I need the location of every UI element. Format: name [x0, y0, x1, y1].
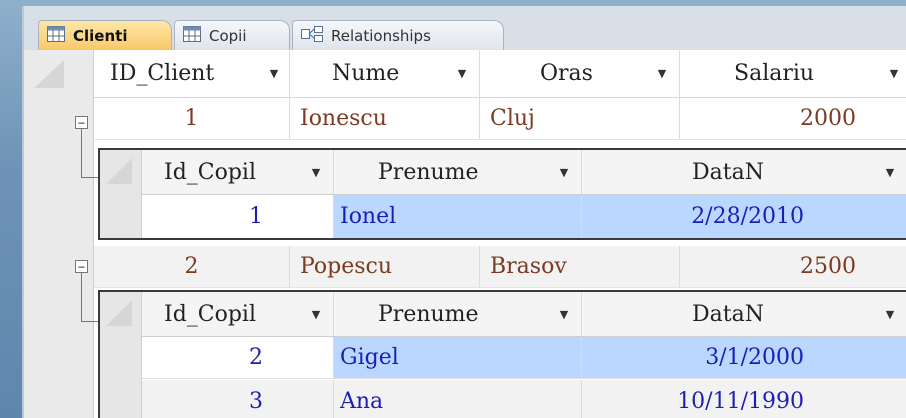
cell-prenume[interactable]: Ionel — [334, 195, 582, 238]
tab-copii[interactable]: Copii — [174, 20, 290, 50]
sort-filter-dropdown-icon[interactable]: ▼ — [453, 50, 471, 97]
cell-nume[interactable]: Popescu — [290, 246, 480, 287]
subdatasheet-copii: Id_Copil ▼ Prenume ▼ DataN ▼ 1 Ionel 2/2… — [98, 148, 906, 240]
column-header-id-copil[interactable]: Id_Copil ▼ — [142, 150, 334, 194]
select-all-corner[interactable] — [106, 300, 132, 326]
column-header-label: DataN — [692, 159, 764, 185]
column-header-id-copil[interactable]: Id_Copil ▼ — [142, 292, 334, 336]
column-header-label: Prenume — [378, 159, 479, 185]
sort-filter-dropdown-icon[interactable]: ▼ — [307, 150, 325, 194]
tab-relationships[interactable]: Relationships — [292, 20, 504, 50]
cell-prenume[interactable]: Gigel — [334, 337, 582, 378]
cell-id-client[interactable]: 2 — [94, 246, 290, 287]
column-header-oras[interactable]: Oras ▼ — [480, 50, 680, 97]
cell-nume[interactable]: Ionescu — [290, 98, 480, 139]
subdatasheet-header-row: Id_Copil ▼ Prenume ▼ DataN ▼ — [142, 292, 906, 337]
column-header-prenume[interactable]: Prenume ▼ — [334, 150, 582, 194]
cell-oras[interactable]: Cluj — [480, 98, 680, 139]
tree-line — [81, 129, 82, 177]
sort-filter-dropdown-icon[interactable]: ▼ — [881, 292, 899, 336]
sort-filter-dropdown-icon[interactable]: ▼ — [653, 50, 671, 97]
sort-filter-dropdown-icon[interactable]: ▼ — [555, 150, 573, 194]
column-header-label: Prenume — [378, 301, 479, 327]
column-header-prenume[interactable]: Prenume ▼ — [334, 292, 582, 336]
table-icon — [47, 25, 65, 46]
select-all-corner[interactable] — [34, 60, 64, 88]
column-header-datan[interactable]: DataN ▼ — [582, 150, 906, 194]
cell-datan[interactable]: 2/28/2010 — [582, 195, 906, 238]
relationships-icon — [301, 25, 323, 46]
column-header-salariu[interactable]: Salariu ▼ — [680, 50, 906, 97]
column-header-id-client[interactable]: ID_Client ▼ — [94, 50, 290, 97]
record-selector-column — [24, 50, 94, 418]
table-row[interactable]: 1 Ionel 2/28/2010 — [142, 195, 906, 238]
tree-line — [81, 273, 82, 321]
tab-label: Copii — [209, 26, 247, 45]
column-header-label: Oras — [540, 61, 593, 86]
column-header-nume[interactable]: Nume ▼ — [290, 50, 480, 97]
datasheet-window: Clienti Copii Relationships ID_Client ▼ — [22, 6, 906, 418]
tree-line — [81, 177, 98, 178]
sort-filter-dropdown-icon[interactable]: ▼ — [307, 292, 325, 336]
cell-id-client[interactable]: 1 — [94, 98, 290, 139]
column-header-label: Nume — [332, 61, 400, 86]
sort-filter-dropdown-icon[interactable]: ▼ — [885, 50, 903, 97]
sort-filter-dropdown-icon[interactable]: ▼ — [265, 50, 283, 97]
table-icon — [183, 25, 201, 46]
cell-prenume[interactable]: Ana — [334, 380, 582, 418]
sort-filter-dropdown-icon[interactable]: ▼ — [881, 150, 899, 194]
tab-label: Clienti — [73, 26, 128, 45]
select-all-corner[interactable] — [106, 158, 132, 184]
column-header-label: Salariu — [734, 61, 815, 86]
cell-salariu[interactable]: 2500 — [680, 246, 906, 287]
table-row[interactable]: 1 Ionescu Cluj 2000 — [94, 98, 906, 140]
collapse-subdatasheet-icon[interactable]: − — [75, 116, 88, 129]
object-tab-bar: Clienti Copii Relationships — [24, 6, 906, 51]
tree-line — [81, 321, 98, 322]
tab-clienti[interactable]: Clienti — [38, 20, 172, 50]
column-header-label: DataN — [692, 301, 764, 327]
tab-label: Relationships — [331, 26, 431, 45]
subdatasheet-copii: Id_Copil ▼ Prenume ▼ DataN ▼ 2 Gigel 3/1… — [98, 290, 906, 418]
cell-id-copil[interactable]: 1 — [142, 195, 334, 238]
sort-filter-dropdown-icon[interactable]: ▼ — [555, 292, 573, 336]
column-header-label: ID_Client — [110, 61, 215, 86]
datasheet-grid: ID_Client ▼ Nume ▼ Oras ▼ Salariu ▼ 1 Io… — [24, 50, 906, 418]
collapse-subdatasheet-icon[interactable]: − — [75, 260, 88, 273]
table-row[interactable]: 2 Gigel 3/1/2000 — [142, 337, 906, 379]
column-header-label: Id_Copil — [164, 159, 257, 185]
cell-salariu[interactable]: 2000 — [680, 98, 906, 139]
cell-datan[interactable]: 3/1/2000 — [582, 337, 906, 378]
cell-id-copil[interactable]: 3 — [142, 380, 334, 418]
cell-id-copil[interactable]: 2 — [142, 337, 334, 378]
column-header-datan[interactable]: DataN ▼ — [582, 292, 906, 336]
subdatasheet-header-row: Id_Copil ▼ Prenume ▼ DataN ▼ — [142, 150, 906, 195]
clients-header-row: ID_Client ▼ Nume ▼ Oras ▼ Salariu ▼ — [94, 50, 906, 98]
column-header-label: Id_Copil — [164, 301, 257, 327]
cell-datan[interactable]: 10/11/1990 — [582, 380, 906, 418]
table-row[interactable]: 2 Popescu Brasov 2500 — [94, 246, 906, 288]
table-row[interactable]: 3 Ana 10/11/1990 — [142, 380, 906, 418]
cell-oras[interactable]: Brasov — [480, 246, 680, 287]
